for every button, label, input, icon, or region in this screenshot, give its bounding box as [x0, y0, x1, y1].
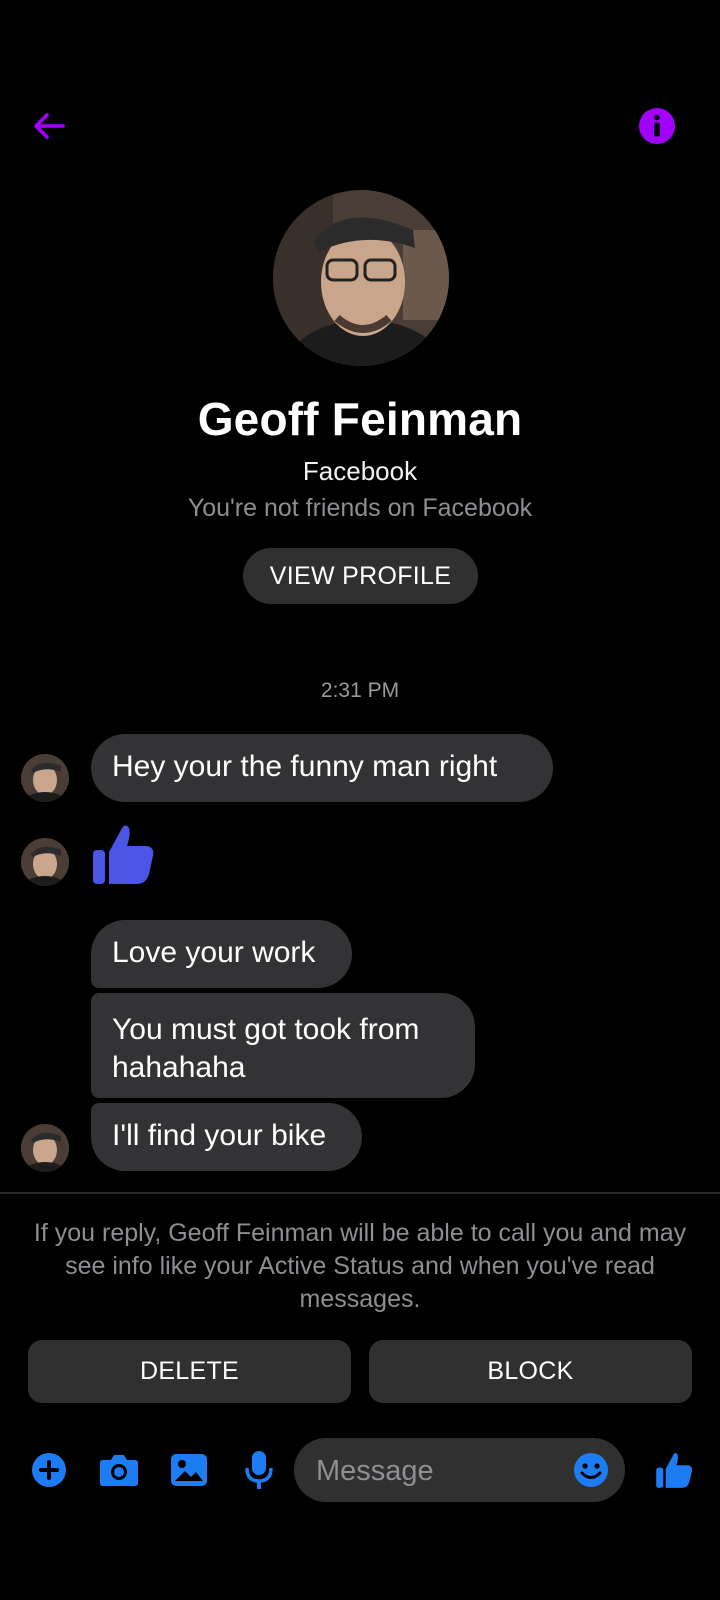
- arrow-left-icon: [34, 113, 65, 139]
- thumbs-up-icon: [656, 1453, 693, 1488]
- reply-notice: If you reply, Geoff Feinman will be able…: [33, 1219, 687, 1313]
- camera-icon: [100, 1455, 138, 1486]
- image-icon: [171, 1454, 207, 1486]
- sender-avatar[interactable]: [21, 1124, 69, 1172]
- message-input[interactable]: [314, 1438, 558, 1504]
- plus-circle-icon: [32, 1453, 66, 1487]
- send-like-button[interactable]: [646, 1442, 702, 1498]
- view-profile-button[interactable]: VIEW PROFILE: [243, 548, 478, 604]
- more-actions-button[interactable]: [21, 1442, 77, 1498]
- thumbs-up-icon: [93, 825, 154, 884]
- back-button[interactable]: [21, 98, 77, 154]
- microphone-icon: [245, 1451, 273, 1489]
- emoji-icon[interactable]: [573, 1452, 609, 1488]
- sender-avatar[interactable]: [21, 838, 69, 886]
- message-timestamp: 2:31 PM: [320, 679, 400, 702]
- divider: [0, 1192, 720, 1194]
- message-bubble[interactable]: Love your work: [91, 920, 352, 988]
- message-input-container[interactable]: [294, 1438, 625, 1504]
- relationship-status: You're not friends on Facebook: [187, 494, 533, 522]
- info-circle-icon: [639, 108, 675, 144]
- message-bubble[interactable]: Hey your the funny man right: [91, 734, 553, 802]
- camera-button[interactable]: [91, 1442, 147, 1498]
- sender-avatar[interactable]: [21, 754, 69, 802]
- profile-avatar[interactable]: [273, 190, 449, 366]
- info-button[interactable]: [629, 98, 685, 154]
- block-button[interactable]: BLOCK: [369, 1340, 692, 1403]
- contact-name: Geoff Feinman: [197, 393, 523, 445]
- message-bubble[interactable]: You must got took from hahahaha: [91, 993, 475, 1098]
- platform-label: Facebook: [302, 456, 418, 486]
- delete-button[interactable]: DELETE: [28, 1340, 351, 1403]
- like-message[interactable]: [91, 822, 155, 886]
- message-bubble[interactable]: I'll find your bike: [91, 1103, 362, 1171]
- voice-button[interactable]: [231, 1442, 287, 1498]
- gallery-button[interactable]: [161, 1442, 217, 1498]
